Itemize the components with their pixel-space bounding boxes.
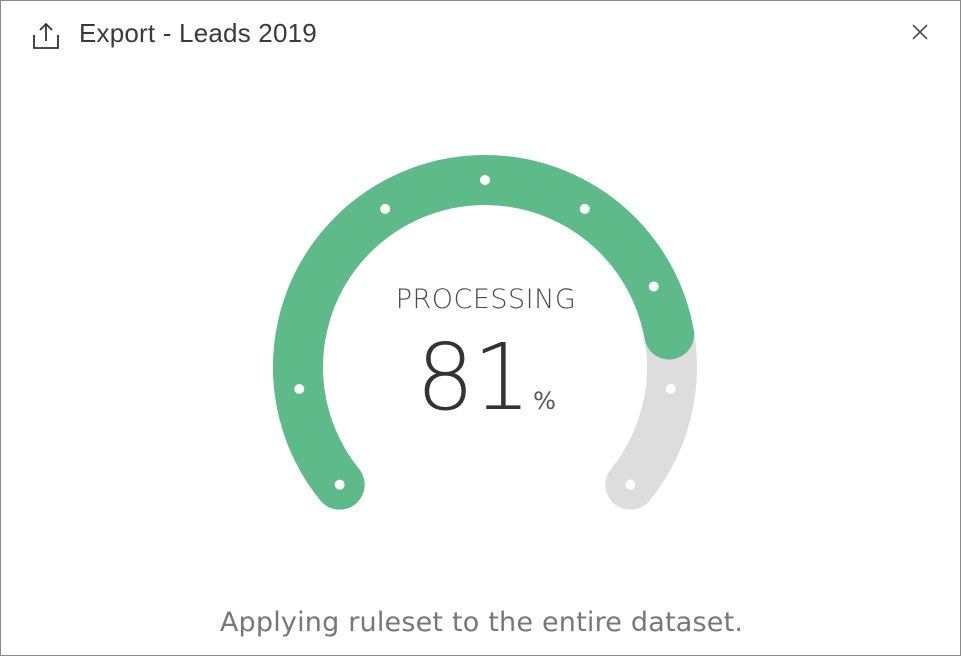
progress-percent-unit: %: [533, 387, 556, 415]
gauge-tick-dot: [480, 175, 490, 185]
export-dialog: Export - Leads 2019 PROCESSING 81% Apply…: [0, 0, 961, 656]
progress-percent-value: 81: [416, 324, 531, 431]
gauge-tick-dot: [648, 281, 659, 292]
status-message: Applying ruleset to the entire dataset.: [219, 607, 744, 638]
gauge-tick-dot: [380, 203, 391, 214]
gauge-tick-dot: [579, 203, 590, 214]
gauge-tick-dot: [334, 479, 345, 490]
gauge-tick-dot: [665, 383, 676, 394]
progress-status-label: PROCESSING: [395, 284, 577, 315]
gauge-tick-dot: [625, 479, 636, 490]
gauge-tick-dot: [294, 383, 305, 394]
progress-percent-readout: 81%: [331, 323, 641, 433]
